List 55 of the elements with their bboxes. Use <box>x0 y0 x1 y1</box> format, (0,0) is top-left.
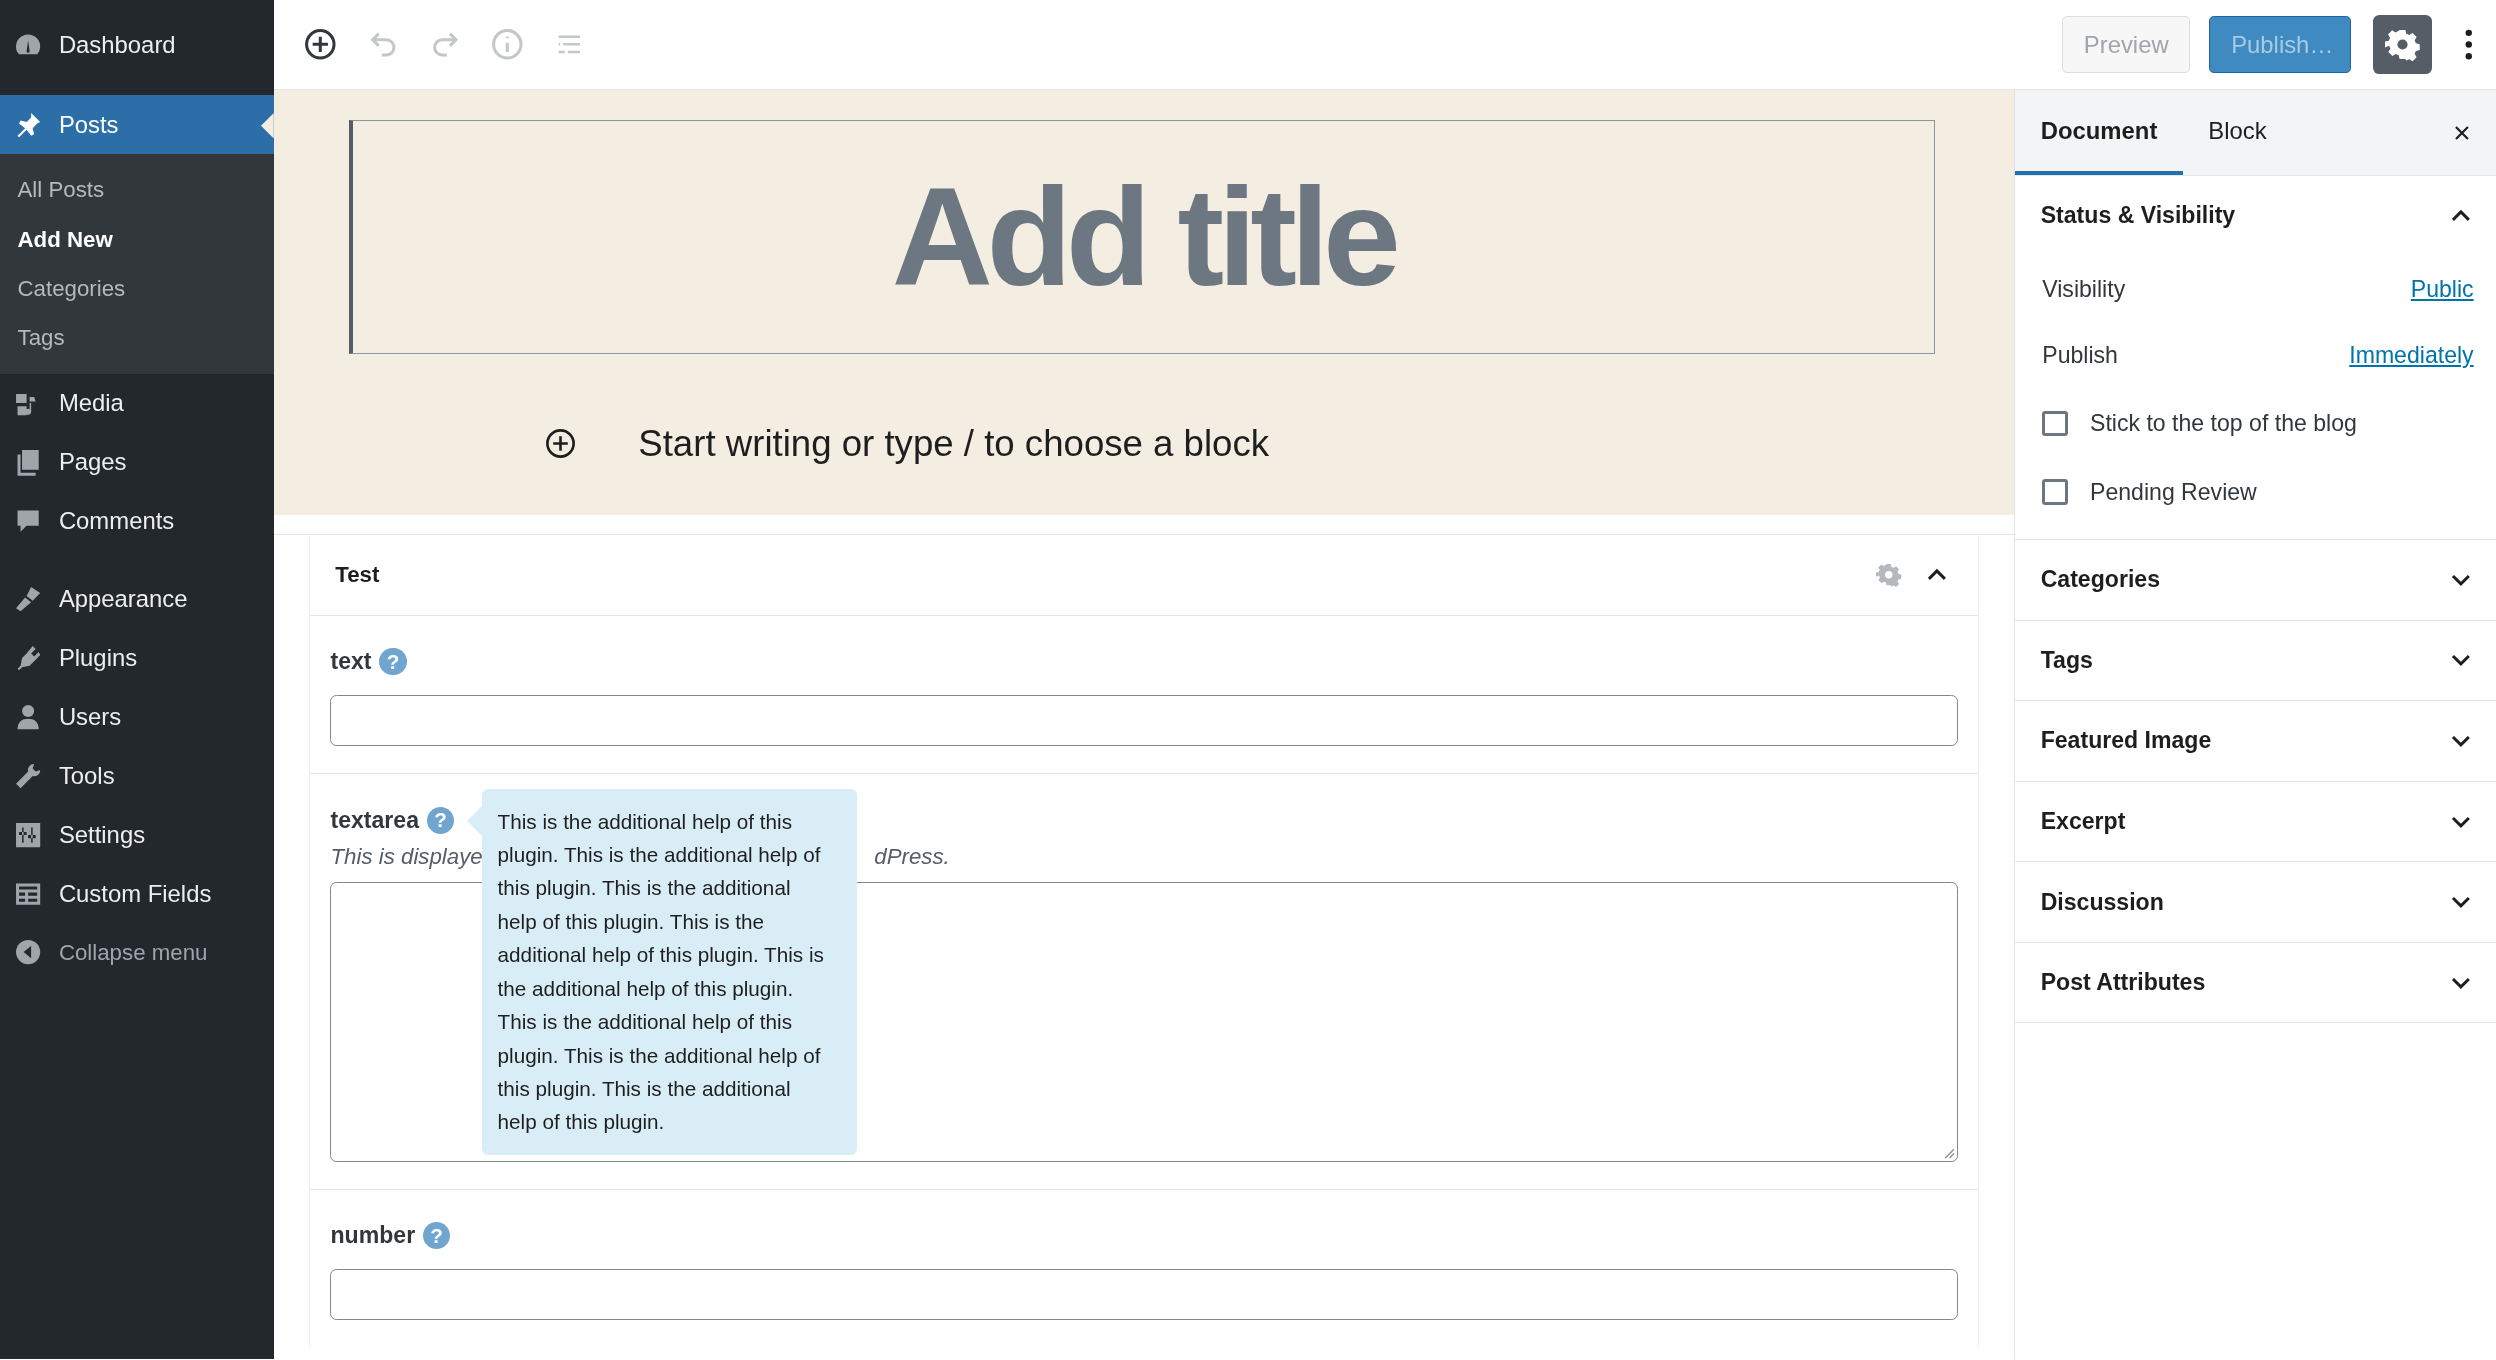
panel-title: Featured Image <box>2040 727 2212 755</box>
submenu-item[interactable]: All Posts <box>0 165 274 215</box>
gear-icon <box>2385 27 2421 63</box>
panel-header[interactable]: Featured Image <box>2015 701 2496 781</box>
field-description: This is displaye <box>330 844 483 871</box>
title-field[interactable]: Add title <box>348 120 1935 355</box>
block-placeholder[interactable]: Start writing or type / to choose a block <box>638 422 1270 465</box>
panel-header[interactable]: Status & Visibility <box>2015 176 2496 256</box>
menu-item[interactable]: Settings <box>0 805 274 865</box>
menu-item[interactable]: Tools <box>0 746 274 806</box>
panel-header[interactable]: Tags <box>2015 620 2496 701</box>
menu-item[interactable]: Pages <box>0 432 274 492</box>
checkbox[interactable] <box>2042 410 2068 437</box>
tooltip-pointer <box>467 804 484 837</box>
help-tooltip: This is the additional help of this plugin. This is the additional help of this plugin. This is the additional help of this plugin. This is the additional help of this plugin. This is the additional help of this plugin. This is the additional help of this plugin. This is the additional help of this plugin. This is the additional help of this plugin. <box>481 788 858 1155</box>
panel-title: Excerpt <box>2040 808 2126 835</box>
panel-header[interactable]: Discussion <box>2015 862 2496 942</box>
submenu-item[interactable]: Add New <box>0 214 274 265</box>
field-label: textarea <box>330 807 419 834</box>
menu-item[interactable]: Plugins <box>0 628 274 688</box>
setting-link[interactable]: Immediately <box>2349 342 2474 370</box>
field-label: number <box>330 1222 416 1250</box>
panel-header[interactable]: Categories <box>2015 539 2496 620</box>
submenu-item[interactable]: Categories <box>0 264 274 314</box>
panel-title: Status & Visibility <box>2040 202 2236 230</box>
panel-title: Categories <box>2040 566 2160 594</box>
settings-button[interactable] <box>2373 15 2433 74</box>
panel-title: Tags <box>2040 646 2093 674</box>
input-field[interactable] <box>330 1269 1958 1321</box>
panel-title: Discussion <box>2040 888 2164 916</box>
field-description: dPress. <box>874 844 950 871</box>
menu-item[interactable]: Custom Fields <box>0 864 274 924</box>
checkbox-label: Stick to the top of the blog <box>2090 410 2357 438</box>
panel-title: Post Attributes <box>2040 969 2206 997</box>
menu-item[interactable]: Posts <box>0 95 274 155</box>
collapse-menu-button[interactable]: Collapse menu <box>0 923 274 983</box>
menu-item[interactable]: Media <box>0 374 274 433</box>
panel-header[interactable]: Excerpt <box>2015 781 2496 862</box>
submenu-item[interactable]: Tags <box>0 313 274 363</box>
setting-link[interactable]: Public <box>2410 275 2474 303</box>
setting-label: Publish <box>2042 342 2118 370</box>
menu-item[interactable]: Appearance <box>0 569 274 629</box>
checkbox-label: Pending Review <box>2090 478 2257 506</box>
menu-item[interactable]: Users <box>0 687 274 747</box>
menu-item[interactable]: Dashboard <box>0 15 274 75</box>
input-field[interactable] <box>330 695 1958 747</box>
setting-label: Visibility <box>2042 275 2126 303</box>
sidebar-tab[interactable]: Block <box>2182 90 2293 176</box>
sidebar-tab[interactable]: Document <box>2015 90 2183 176</box>
field-label: text <box>330 648 372 676</box>
checkbox[interactable] <box>2042 479 2068 505</box>
textarea-field[interactable] <box>330 881 1958 1162</box>
menu-item[interactable]: Comments <box>0 491 274 551</box>
panel-header[interactable]: Post Attributes <box>2015 942 2496 1023</box>
meta-box-title: Test <box>335 562 381 588</box>
